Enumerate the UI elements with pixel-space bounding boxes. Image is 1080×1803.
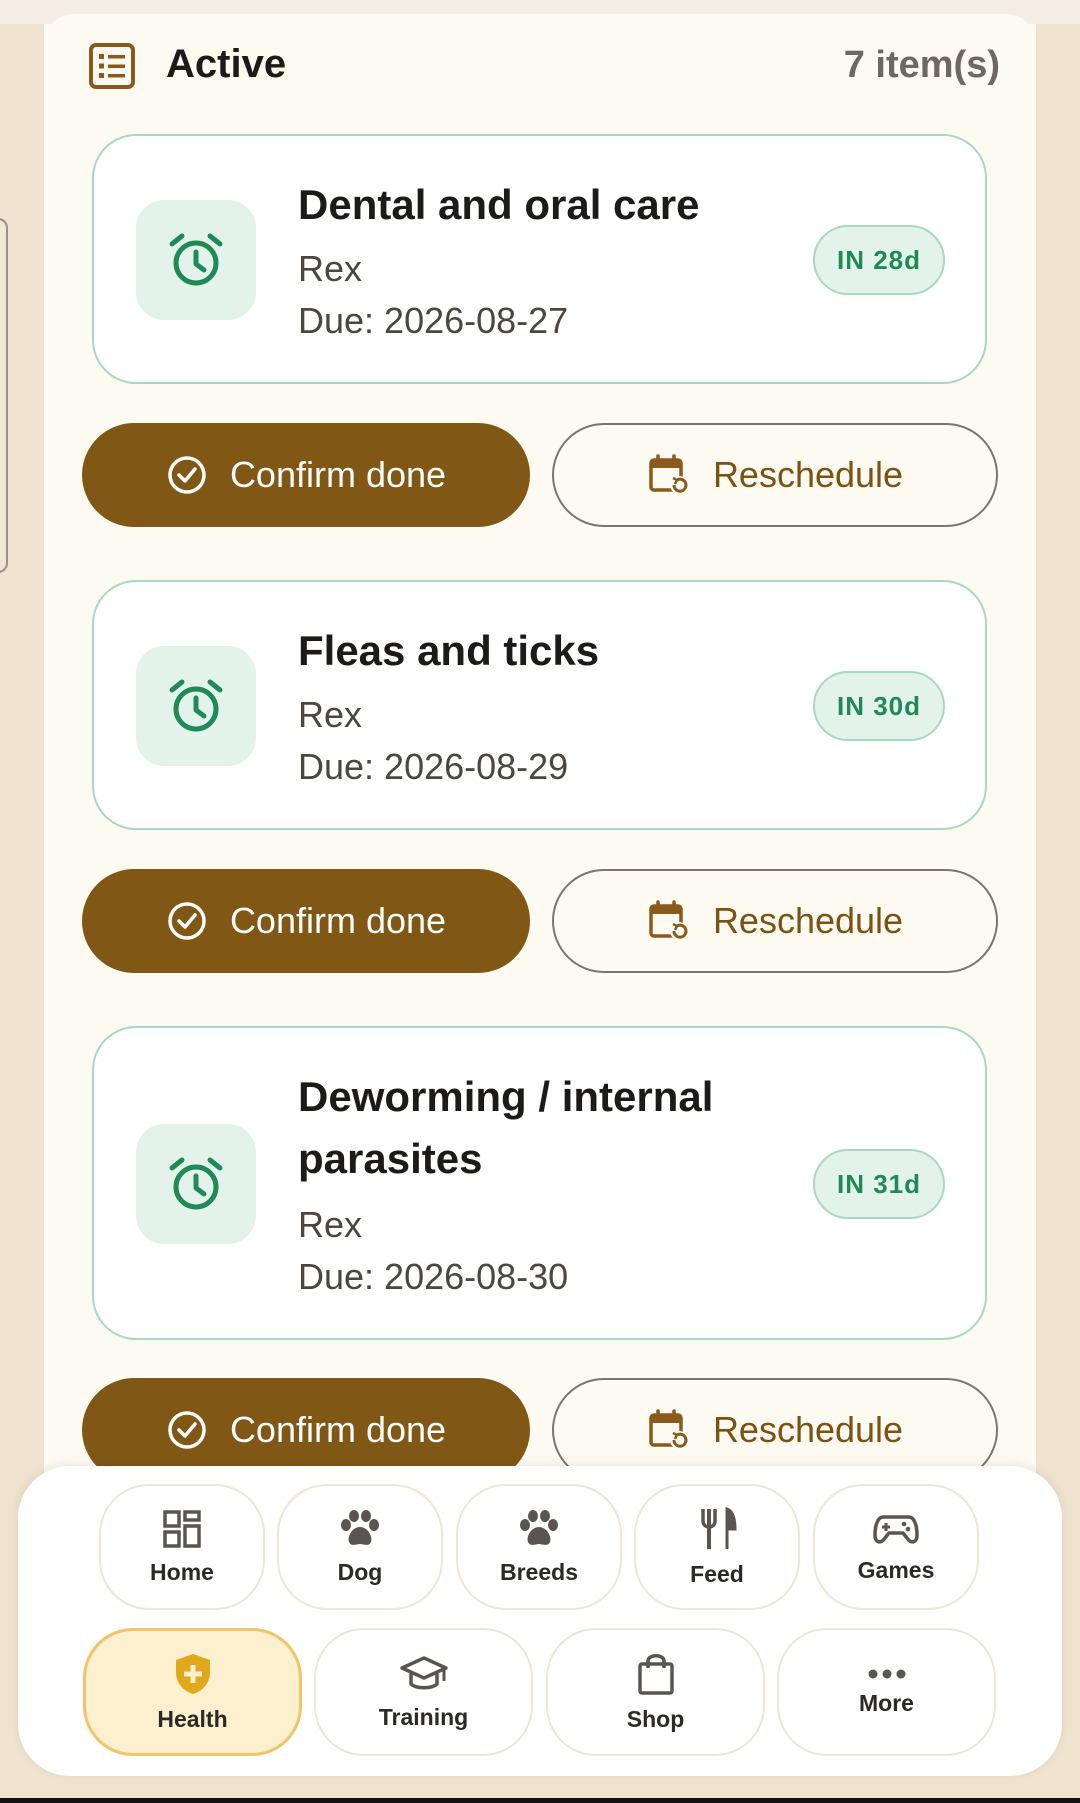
- nav-label: Breeds: [500, 1558, 578, 1585]
- due-badge: IN 31d: [813, 1149, 945, 1219]
- confirm-done-button[interactable]: Confirm done: [82, 423, 530, 527]
- reminder-title: Dental and oral care: [298, 181, 700, 228]
- nav-feed[interactable]: Feed: [634, 1484, 800, 1610]
- due-badge: IN 30d: [813, 671, 945, 741]
- reschedule-label: Reschedule: [712, 900, 904, 941]
- reminder-title: Deworming / internal: [298, 1073, 714, 1120]
- reminder-icon-tile: [136, 200, 256, 320]
- reminder-title: Fleas and ticks: [298, 627, 600, 674]
- item-count: 7 item(s): [843, 44, 1000, 86]
- nav-label: More: [859, 1689, 914, 1716]
- graduation-cap-icon: [399, 1655, 448, 1689]
- check-circle-icon: [168, 1411, 206, 1449]
- reminder-due-date: Due: 2026-08-30: [298, 1256, 569, 1297]
- nav-home[interactable]: Home: [99, 1484, 265, 1610]
- nav-health[interactable]: Health: [83, 1628, 302, 1756]
- paw-icon: [341, 1509, 379, 1545]
- due-badge: IN 28d: [813, 225, 945, 295]
- nav-dog[interactable]: Dog: [277, 1484, 443, 1610]
- alarm-clock-icon: [169, 1157, 223, 1210]
- reminder-due-date: Due: 2026-08-29: [298, 746, 569, 787]
- nav-breeds[interactable]: Breeds: [456, 1484, 622, 1610]
- calendar-reschedule-icon: [649, 900, 688, 940]
- check-circle-icon: [168, 902, 206, 940]
- nav-more[interactable]: More: [777, 1628, 996, 1756]
- section-title: Active: [166, 42, 287, 86]
- list-icon: [89, 43, 135, 89]
- confirm-done-label: Confirm done: [229, 900, 447, 941]
- reschedule-button[interactable]: Reschedule: [552, 423, 998, 527]
- reminder-icon-tile: [136, 1124, 256, 1244]
- reminder-due-date: Due: 2026-08-27: [298, 300, 569, 341]
- shopping-bag-icon: [637, 1653, 674, 1695]
- nav-games[interactable]: Games: [813, 1484, 979, 1610]
- dashboard-icon: [163, 1509, 201, 1548]
- nav-label: Training: [378, 1703, 469, 1730]
- confirm-done-label: Confirm done: [229, 454, 447, 495]
- reminder-card[interactable]: Deworming / internal parasites Rex Due: …: [92, 1026, 987, 1340]
- reminder-card[interactable]: Fleas and ticks Rex Due: 2026-08-29 IN 3…: [92, 580, 987, 830]
- reminder-icon-tile: [136, 646, 256, 766]
- reschedule-button[interactable]: Reschedule: [552, 869, 998, 973]
- reminder-card[interactable]: Dental and oral care Rex Due: 2026-08-27…: [92, 134, 987, 384]
- nav-label: Health: [157, 1705, 228, 1732]
- system-nav-bar: [0, 1798, 1080, 1803]
- reminder-pet: Rex: [298, 694, 363, 735]
- reschedule-label: Reschedule: [712, 1409, 904, 1450]
- section-header: Active 7 item(s): [88, 36, 1000, 96]
- side-drawer-handle[interactable]: [0, 218, 8, 573]
- confirm-done-button[interactable]: Confirm done: [82, 869, 530, 973]
- fork-knife-icon: [701, 1506, 737, 1549]
- nav-label: Feed: [690, 1560, 744, 1587]
- confirm-done-label: Confirm done: [229, 1409, 447, 1450]
- reminder-title-line-2: parasites: [298, 1135, 483, 1182]
- nav-label: Games: [857, 1556, 935, 1583]
- check-circle-icon: [168, 456, 206, 494]
- calendar-reschedule-icon: [649, 454, 688, 494]
- nav-label: Shop: [626, 1705, 685, 1732]
- reminder-pet: Rex: [298, 1204, 363, 1245]
- more-dots-icon: [868, 1669, 905, 1678]
- alarm-clock-icon: [169, 679, 223, 732]
- nav-label: Dog: [337, 1558, 383, 1585]
- paw-icon: [520, 1509, 558, 1545]
- reminder-pet: Rex: [298, 248, 363, 289]
- reschedule-label: Reschedule: [712, 454, 904, 495]
- bottom-navigation: Home Dog Breeds Feed Games Health Traini…: [18, 1466, 1062, 1776]
- nav-label: Home: [150, 1558, 214, 1585]
- health-shield-icon: [175, 1653, 210, 1694]
- nav-shop[interactable]: Shop: [546, 1628, 765, 1756]
- alarm-clock-icon: [169, 233, 223, 286]
- gamepad-icon: [873, 1514, 919, 1544]
- nav-training[interactable]: Training: [314, 1628, 533, 1756]
- calendar-reschedule-icon: [649, 1409, 688, 1449]
